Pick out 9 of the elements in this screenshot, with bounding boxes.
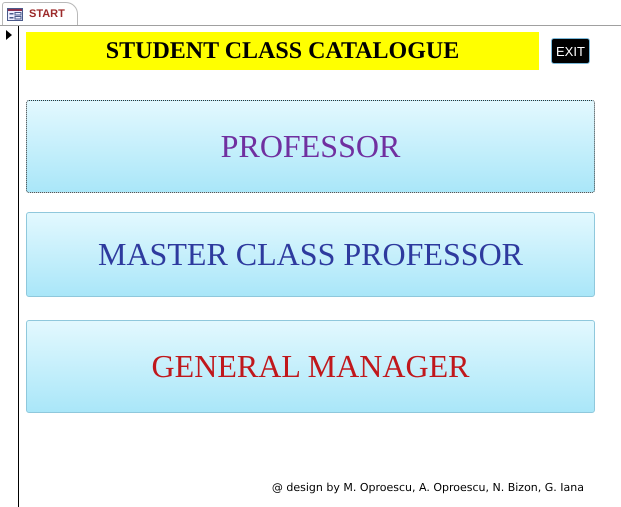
start-tab[interactable]: START — [2, 2, 78, 25]
form-title: STUDENT CLASS CATALOGUE — [26, 32, 539, 70]
exit-button[interactable]: EXIT — [551, 38, 590, 64]
menu-button[interactable]: PROFESSOR — [26, 100, 595, 193]
form-icon — [7, 8, 23, 20]
menu-button[interactable]: GENERAL MANAGER — [26, 320, 595, 413]
menu-button[interactable]: MASTER CLASS PROFESSOR — [26, 212, 595, 297]
record-selector-icon — [6, 30, 12, 40]
credits-text: @ design by M. Oproescu, A. Oproescu, N. Bizon, G. Iana — [272, 481, 584, 494]
